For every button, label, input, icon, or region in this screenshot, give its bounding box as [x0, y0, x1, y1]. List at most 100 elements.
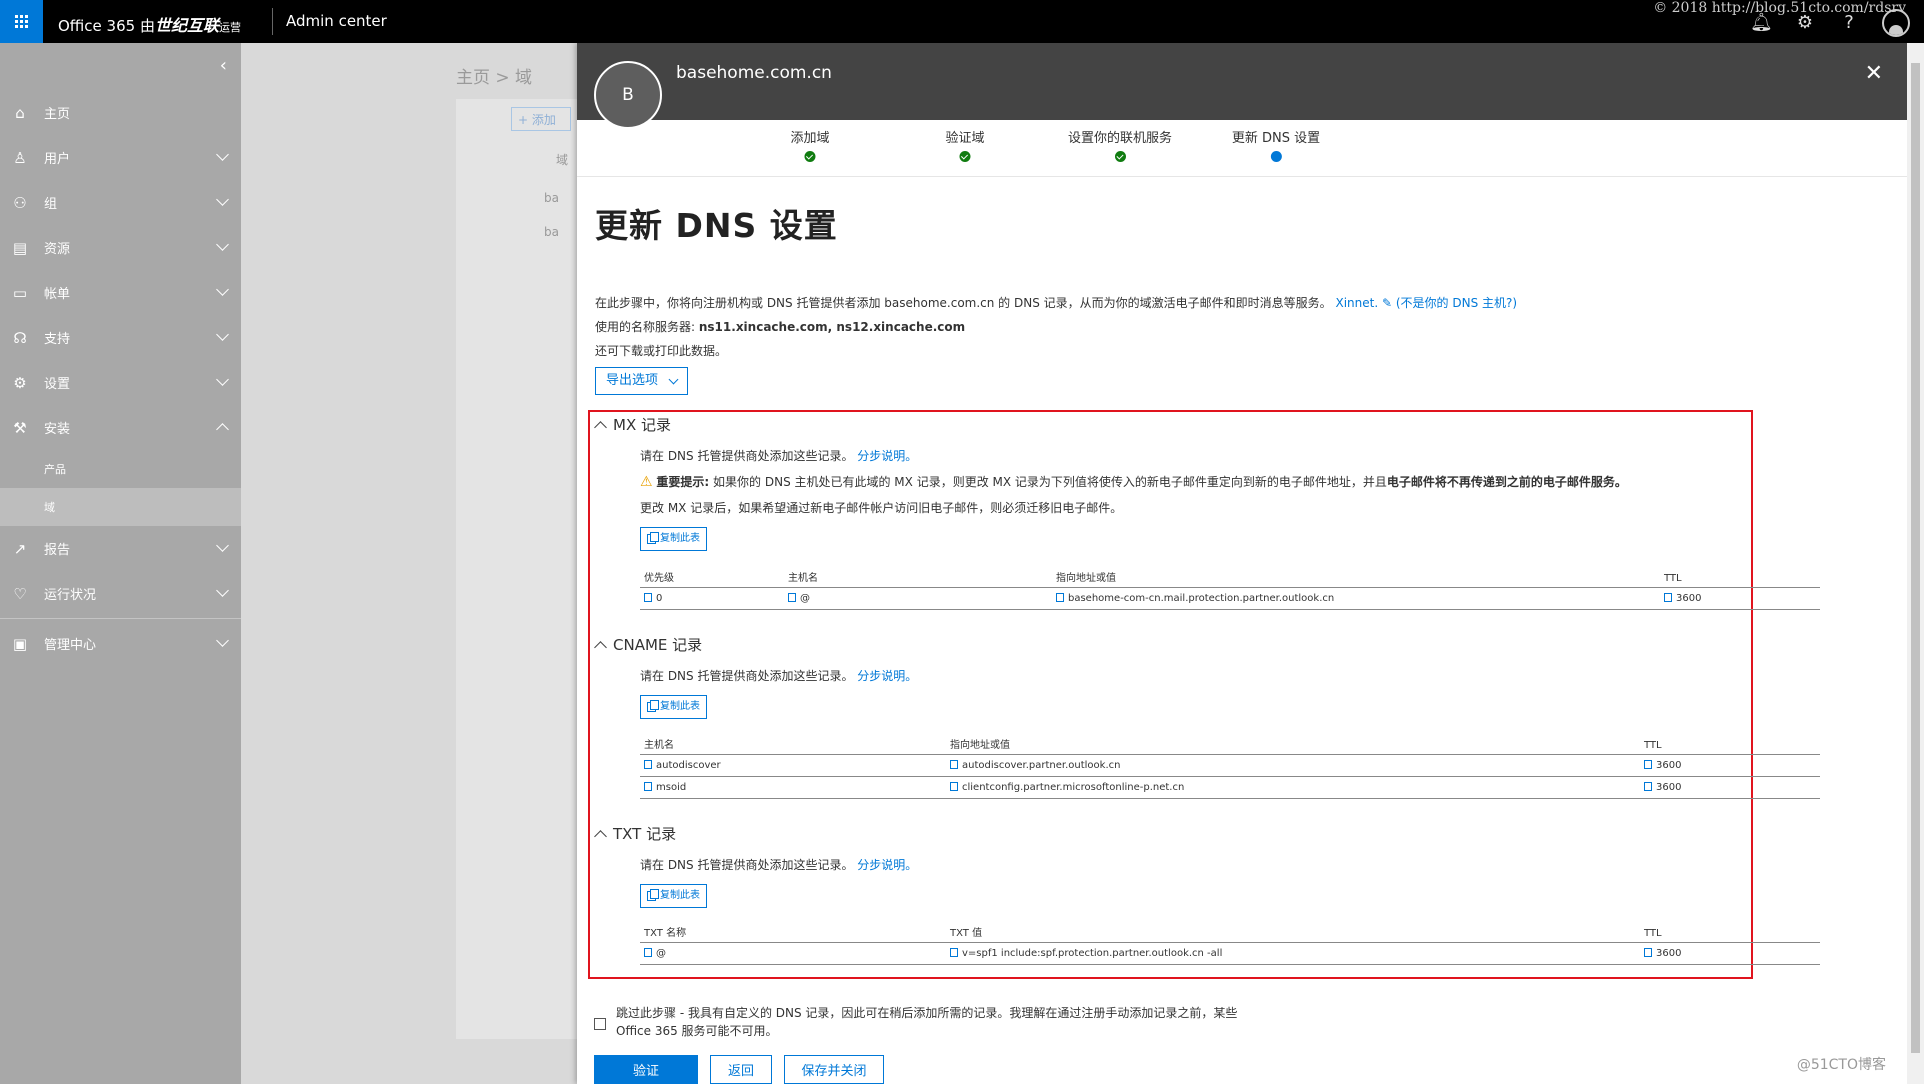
panel-content: 更新 DNS 设置 在此步骤中，你将向注册机构或 DNS 托管提供者添加 bas… — [595, 199, 1895, 395]
table-row: msoid clientconfig.partner.microsoftonli… — [640, 777, 1820, 799]
support-icon: ☊ — [13, 328, 27, 347]
pencil-icon[interactable]: ✎ — [1382, 296, 1392, 310]
cell-txt-name[interactable]: @ — [644, 948, 666, 959]
nav-item-health[interactable]: ♡ 运行状况 — [0, 571, 241, 616]
copy-table-button[interactable]: 复制此表 — [640, 527, 707, 551]
copy-icon — [647, 889, 659, 901]
footer-buttons: 验证 返回 保存并关闭 — [594, 1055, 884, 1084]
col-hostname: 主机名 — [788, 573, 818, 584]
nav-item-reports[interactable]: ↗ 报告 — [0, 526, 241, 571]
scrollbar[interactable] — [1907, 43, 1924, 1084]
panel-domain-title: basehome.com.cn — [676, 63, 832, 83]
cell-value: basehome-com-cn.mail.protection.partner.… — [1068, 593, 1335, 604]
nav-item-settings[interactable]: ⚙ 设置 — [0, 360, 241, 405]
warning-text: 如果你的 DNS 主机处已有此域的 MX 记录，则更改 MX 记录为下列值将使传… — [713, 475, 1387, 489]
step-label: 验证域 — [945, 131, 985, 146]
cell-ttl[interactable]: 3600 — [1644, 760, 1681, 771]
cname-heading[interactable]: CNAME 记录 — [594, 634, 1824, 655]
help-icon[interactable]: ? — [1838, 12, 1860, 34]
brand-prefix: Office 365 由 — [58, 17, 155, 35]
nav-item-setup[interactable]: ⚒ 安装 — [0, 405, 241, 450]
user-icon: ♙ — [13, 148, 27, 167]
provider-link[interactable]: Xinnet. — [1335, 296, 1378, 310]
copy-icon — [1056, 593, 1064, 602]
col-priority: 优先级 — [644, 573, 674, 584]
copy-table-button[interactable]: 复制此表 — [640, 695, 707, 719]
step-by-step-link[interactable]: 分步说明。 — [857, 449, 917, 463]
cell-hostname[interactable]: autodiscover — [644, 760, 721, 771]
nav-item-home[interactable]: ⌂ 主页 — [0, 90, 241, 135]
nav-subitem-products[interactable]: 产品 — [0, 450, 241, 488]
cell-hostname[interactable]: @ — [788, 593, 810, 604]
copy-icon — [644, 593, 652, 602]
cell-target[interactable]: basehome-com-cn.mail.protection.partner.… — [1056, 593, 1334, 604]
list-item[interactable]: ba — [544, 225, 559, 239]
nav-item-groups[interactable]: ⚇ 组 — [0, 180, 241, 225]
nav-item-admin-centers[interactable]: ▣ 管理中心 — [0, 621, 241, 666]
nav-item-support[interactable]: ☊ 支持 — [0, 315, 241, 360]
add-domain-button[interactable]: + 添加 — [511, 107, 571, 131]
nav-item-billing[interactable]: ▭ 帐单 — [0, 270, 241, 315]
step-by-step-link[interactable]: 分步说明。 — [857, 858, 917, 872]
copy-icon — [644, 782, 652, 791]
scrollbar-thumb[interactable] — [1911, 63, 1920, 1053]
copy-icon — [644, 760, 652, 769]
txt-body: 请在 DNS 托管提供商处添加这些记录。 分步说明。 复制此表 — [640, 852, 1824, 910]
cell-value: @ — [800, 593, 810, 604]
panel-header: basehome.com.cn ✕ — [577, 43, 1907, 120]
app-launcher-button[interactable] — [0, 0, 43, 43]
export-options-button[interactable]: 导出选项 — [595, 367, 689, 395]
copy-icon — [1644, 782, 1652, 791]
save-close-button[interactable]: 保存并关闭 — [784, 1055, 884, 1084]
back-button[interactable]: 返回 — [710, 1055, 772, 1084]
table-row: 0 @ basehome-com-cn.mail.protection.part… — [640, 588, 1820, 610]
step-label: 更新 DNS 设置 — [1231, 131, 1321, 146]
step-update-dns: 更新 DNS 设置 — [1232, 127, 1320, 162]
col-hostname: 主机名 — [644, 740, 674, 751]
step-by-step-link[interactable]: 分步说明。 — [857, 669, 917, 683]
close-icon[interactable]: ✕ — [1865, 61, 1883, 86]
cell-txt-value[interactable]: v=spf1 include:spf.protection.partner.ou… — [950, 948, 1222, 959]
cell-target[interactable]: clientconfig.partner.microsoftonline-p.n… — [950, 782, 1184, 793]
brand-title[interactable]: Office 365 由世纪互联运营 — [58, 12, 241, 36]
cell-hostname[interactable]: msoid — [644, 782, 686, 793]
cname-section: CNAME 记录 请在 DNS 托管提供商处添加这些记录。 分步说明。 复制此表 — [594, 634, 1824, 721]
nav-item-resources[interactable]: ▤ 资源 — [0, 225, 241, 270]
group-icon: ⚇ — [13, 193, 27, 212]
cell-ttl[interactable]: 3600 — [1644, 948, 1681, 959]
mx-heading[interactable]: MX 记录 — [594, 414, 1824, 435]
nav-subitem-domains[interactable]: 域 — [0, 488, 241, 526]
bell-icon[interactable]: 🔔︎ — [1750, 12, 1773, 34]
instruction-text: 请在 DNS 托管提供商处添加这些记录。 — [640, 669, 854, 683]
nameservers-label: 使用的名称服务器: — [595, 320, 696, 334]
cell-ttl[interactable]: 3600 — [1664, 593, 1701, 604]
nav-label: 安装 — [44, 422, 71, 437]
cell-value: msoid — [656, 782, 687, 793]
skip-checkbox[interactable] — [594, 1018, 606, 1030]
warning-icon: ⚠ — [640, 474, 653, 490]
nav-divider — [0, 618, 241, 619]
verify-button[interactable]: 验证 — [594, 1055, 698, 1084]
list-item[interactable]: ba — [544, 191, 559, 205]
copy-icon — [950, 948, 958, 957]
copy-icon — [647, 532, 659, 544]
column-header: 域 — [556, 153, 569, 167]
not-your-host-link[interactable]: (不是你的 DNS 主机?) — [1396, 296, 1517, 310]
collapse-nav-button[interactable]: ‹ — [220, 55, 227, 76]
skip-text: 跳过此步骤 - 我具有自定义的 DNS 记录，因此可在稍后添加所需的记录。我理解… — [616, 1006, 1238, 1038]
chevron-up-icon — [594, 829, 607, 843]
heart-icon: ♡ — [13, 584, 27, 603]
nav-item-users[interactable]: ♙ 用户 — [0, 135, 241, 180]
txt-heading[interactable]: TXT 记录 — [594, 823, 1824, 844]
cell-target[interactable]: autodiscover.partner.outlook.cn — [950, 760, 1120, 771]
col-target: 指向地址或值 — [1056, 573, 1116, 584]
cell-priority[interactable]: 0 — [644, 593, 662, 604]
gear-icon[interactable]: ⚙ — [1794, 12, 1816, 34]
wizard-steps: 添加域 验证域 设置你的联机服务 更新 DNS 设置 — [577, 120, 1907, 177]
user-avatar[interactable] — [1882, 9, 1910, 37]
copy-table-button[interactable]: 复制此表 — [640, 884, 707, 908]
admin-center-label[interactable]: Admin center — [286, 12, 387, 30]
top-bar: Office 365 由世纪互联运营 Admin center © 2018 h… — [0, 0, 1924, 43]
cell-ttl[interactable]: 3600 — [1644, 782, 1681, 793]
cell-value: clientconfig.partner.microsoftonline-p.n… — [962, 782, 1185, 793]
